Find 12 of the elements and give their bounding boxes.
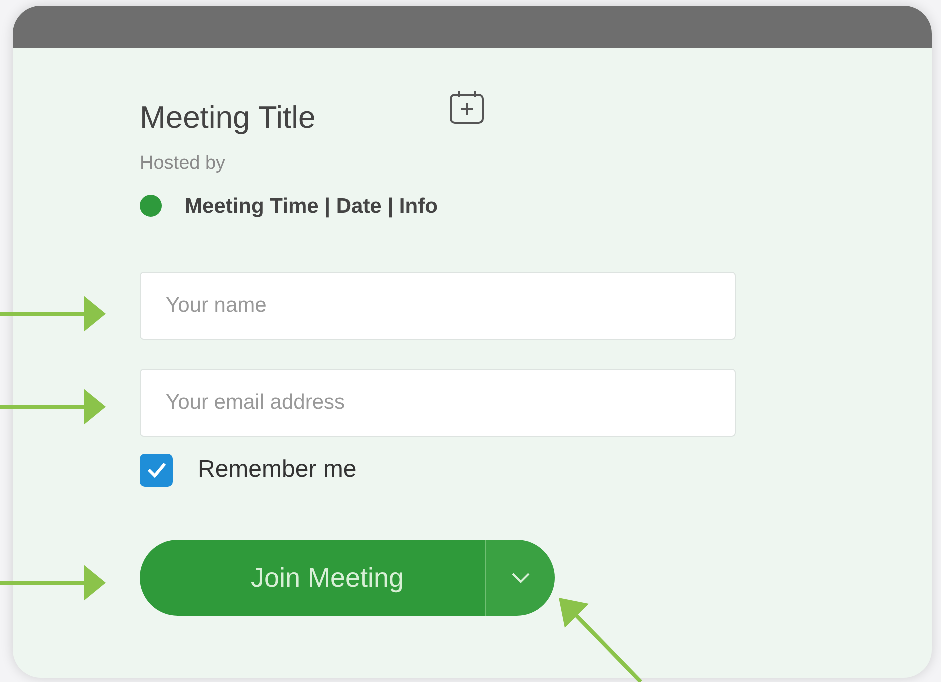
checkmark-icon	[146, 462, 166, 478]
meeting-title: Meeting Title	[140, 99, 316, 137]
email-field[interactable]: Your email address	[140, 369, 736, 437]
meeting-info: Meeting Time | Date | Info	[185, 194, 438, 220]
join-meeting-button[interactable]: Join Meeting	[140, 540, 485, 616]
dropdown-button[interactable]	[485, 540, 555, 616]
remember-me-label: Remember me	[198, 455, 357, 485]
name-field[interactable]: Your name	[140, 272, 736, 340]
calendar-add-icon[interactable]	[448, 89, 485, 125]
hosted-by-label: Hosted by	[140, 152, 227, 176]
remember-checkbox[interactable]	[140, 454, 173, 486]
chevron-down-icon	[512, 573, 530, 583]
